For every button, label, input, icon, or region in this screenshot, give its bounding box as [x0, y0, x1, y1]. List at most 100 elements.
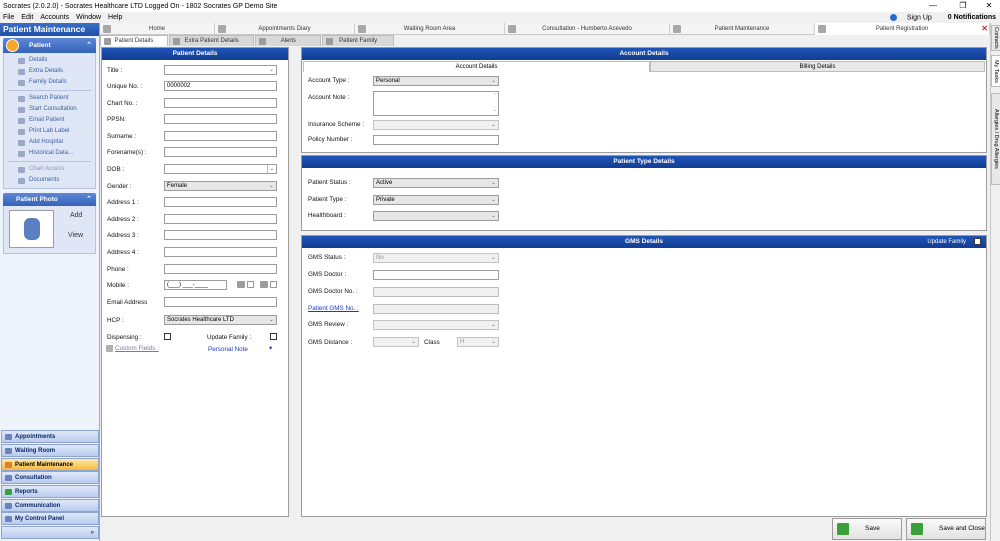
- tab-home[interactable]: Home: [100, 23, 215, 35]
- close-tab-icon[interactable]: ✕: [981, 23, 988, 35]
- nav-waiting-room[interactable]: Waiting Room: [1, 444, 99, 457]
- notifications-link[interactable]: 0 Notifications: [948, 14, 996, 21]
- menu-edit[interactable]: Edit: [21, 14, 33, 21]
- gms-distance-select[interactable]: ⌄: [373, 337, 419, 347]
- gms-doctor-label: GMS Doctor :: [308, 271, 347, 278]
- gms-update-family-checkbox[interactable]: [974, 238, 981, 245]
- gms-status-select[interactable]: No ⌄: [373, 253, 499, 263]
- tab-patient-family[interactable]: Patient Family: [322, 35, 394, 46]
- class-select[interactable]: H ⌄: [457, 337, 499, 347]
- tab-alerts[interactable]: Alerts: [255, 35, 322, 46]
- forenames-input[interactable]: [164, 147, 277, 157]
- tab-appointments-diary[interactable]: Appointments Diary: [215, 23, 355, 35]
- collapse-icon[interactable]: ⌃: [86, 38, 92, 53]
- sidebar-item-search-patient[interactable]: Search Patient: [4, 93, 95, 104]
- nav-appointments[interactable]: Appointments: [1, 430, 99, 443]
- nav-consultation[interactable]: Consultation: [1, 471, 99, 484]
- gms-doctor-input[interactable]: [373, 270, 499, 280]
- gender-select[interactable]: Female ⌄: [164, 181, 277, 191]
- sidebar-item-chart-access[interactable]: Chart Access: [4, 164, 95, 175]
- menu-window[interactable]: Window: [76, 14, 101, 21]
- sms-icon[interactable]: [237, 281, 245, 288]
- account-type-select[interactable]: Personal ⌄: [373, 76, 499, 86]
- sidebar-item-details[interactable]: Details: [4, 55, 95, 66]
- patient-status-select[interactable]: Active ⌄: [373, 178, 499, 188]
- nav-patient-maintenance[interactable]: Patient Maintenance: [1, 458, 99, 471]
- tab-extra-patient-details[interactable]: Extra Patient Details: [168, 35, 255, 46]
- personal-note-dropdown-icon[interactable]: ▾: [269, 345, 272, 352]
- tab-patient-registration[interactable]: Patient Registration ✕: [815, 23, 990, 35]
- save-button[interactable]: Save: [832, 518, 902, 540]
- phone-input[interactable]: [164, 264, 277, 274]
- title-select[interactable]: ⌄: [164, 65, 277, 75]
- panel-title: Patient Maintenance: [0, 23, 99, 36]
- menu-accounts[interactable]: Accounts: [40, 14, 69, 21]
- nav-reports[interactable]: Reports: [1, 485, 99, 498]
- account-note-textarea[interactable]: ⌃ ⌄: [373, 91, 499, 116]
- sidebar-item-extra-details[interactable]: Extra Details: [4, 66, 95, 77]
- address2-input[interactable]: [164, 214, 277, 224]
- call-checkbox[interactable]: [270, 281, 277, 288]
- nav-my-control-panel[interactable]: My Control Panel: [1, 512, 99, 525]
- dob-picker[interactable]: ⌄: [164, 164, 277, 174]
- view-photo-button[interactable]: View: [68, 232, 83, 239]
- tab-my-tasks[interactable]: My Tasks: [991, 55, 1000, 87]
- address4-input[interactable]: [164, 247, 277, 257]
- minimize-icon[interactable]: —: [922, 0, 944, 12]
- patient-gms-no-link[interactable]: Patient GMS No. :: [308, 305, 359, 312]
- sidebar-item-historical-data[interactable]: Historical Data...: [4, 148, 95, 159]
- patient-group-header[interactable]: Patient ⌃: [3, 38, 96, 53]
- sidebar-item-add-hospital[interactable]: Add Hospital: [4, 137, 95, 148]
- sidebar-item-documents[interactable]: Documents: [4, 175, 95, 186]
- personal-note-link[interactable]: Personal Note: [208, 346, 248, 353]
- save-and-close-button[interactable]: Save and Close: [906, 518, 986, 540]
- tab-contacts[interactable]: Contacts: [991, 25, 1000, 51]
- surname-label: Surname :: [107, 133, 137, 140]
- patient-gms-no-input[interactable]: [373, 304, 499, 314]
- healthboard-select[interactable]: ⌄: [373, 211, 499, 221]
- sms-checkbox[interactable]: [247, 281, 254, 288]
- address1-input[interactable]: [164, 197, 277, 207]
- update-family-checkbox[interactable]: [270, 333, 277, 340]
- tab-waiting-room-area[interactable]: Waiting Room Area: [355, 23, 505, 35]
- collapse-icon[interactable]: ⌃: [86, 193, 92, 206]
- ppsn-input[interactable]: [164, 114, 277, 124]
- tab-patient-details[interactable]: Patient Details: [100, 35, 168, 46]
- gms-doctor-no-input[interactable]: [373, 287, 499, 297]
- insurance-scheme-select[interactable]: ⌄: [373, 120, 499, 130]
- menu-help[interactable]: Help: [108, 14, 122, 21]
- sidebar-item-email-patient[interactable]: Email Patient: [4, 115, 95, 126]
- unique-no-input[interactable]: 0000002: [164, 81, 277, 91]
- close-icon[interactable]: ✕: [978, 0, 1000, 12]
- scroll-up-icon[interactable]: ⌃: [493, 92, 497, 100]
- dispensing-checkbox[interactable]: [164, 333, 171, 340]
- custom-fields-link[interactable]: Custom Fields :: [115, 345, 159, 352]
- patient-photo-header[interactable]: Patient Photo ⌃: [3, 193, 96, 206]
- email-input[interactable]: [164, 297, 277, 307]
- tab-patient-maintenance[interactable]: Patient Maintenance: [670, 23, 815, 35]
- nav-expand-icon[interactable]: »: [1, 526, 99, 539]
- add-photo-button[interactable]: Add: [70, 212, 82, 219]
- tab-allergies[interactable]: Allergies / Drug Allergies: [991, 93, 1000, 185]
- sign-up-link[interactable]: Sign Up: [889, 13, 932, 21]
- sidebar-item-family-details[interactable]: Family Details: [4, 77, 95, 88]
- gms-review-picker[interactable]: ⌄: [373, 320, 499, 330]
- tab-consultation[interactable]: Consultation - Humberto Acevedo: [505, 23, 670, 35]
- call-icon[interactable]: [260, 281, 268, 288]
- scroll-down-icon[interactable]: ⌄: [493, 106, 497, 114]
- mobile-input[interactable]: (___) ___-____: [164, 280, 227, 290]
- tab-account-details[interactable]: Account Details: [303, 61, 650, 72]
- surname-input[interactable]: [164, 131, 277, 141]
- address3-input[interactable]: [164, 230, 277, 240]
- custom-fields-icon: [106, 345, 113, 352]
- patient-type-select[interactable]: Private ⌄: [373, 195, 499, 205]
- sidebar-item-print-lab-label[interactable]: Print Lab Label: [4, 126, 95, 137]
- tab-billing-details[interactable]: Billing Details: [650, 61, 985, 72]
- menu-file[interactable]: File: [3, 14, 14, 21]
- maximize-icon[interactable]: ❐: [952, 0, 974, 12]
- chart-no-input[interactable]: [164, 98, 277, 108]
- policy-number-input[interactable]: [373, 135, 499, 145]
- nav-communication[interactable]: Communication: [1, 499, 99, 512]
- hcp-select[interactable]: Socrates Healthcare LTD ⌄: [164, 315, 277, 325]
- sidebar-item-start-consultation[interactable]: Start Consultation: [4, 104, 95, 115]
